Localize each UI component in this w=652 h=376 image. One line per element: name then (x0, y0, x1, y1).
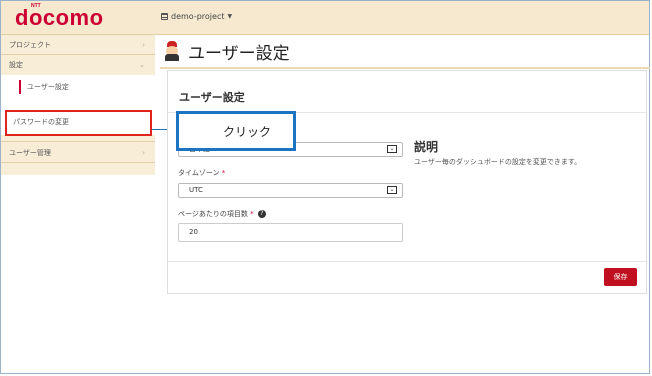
project-selector[interactable]: demo-project ▼ (161, 12, 232, 21)
page-header: ユーザー設定 (162, 36, 290, 66)
chevron-right-icon: › (142, 41, 145, 49)
sidebar-item-settings[interactable]: 設定 ⌄ (1, 55, 155, 75)
caret-down-icon: ▼ (227, 13, 233, 20)
database-icon (161, 13, 168, 20)
dropdown-arrow-icon: ⌄ (387, 145, 397, 153)
timezone-label: タイムゾーン * (178, 169, 226, 177)
sidebar: プロジェクト › 設定 ⌄ ユーザー設定 パスワードの変更 ユーザー管理 › (1, 35, 155, 175)
sidebar-item-label: 設定 (9, 61, 23, 69)
panel-title: ユーザー設定 (179, 91, 245, 104)
help-icon[interactable]: ? (257, 210, 266, 218)
panel-footer-divider (168, 261, 646, 262)
project-name: demo-project (171, 12, 225, 21)
mascot-icon (162, 41, 182, 61)
sidebar-item-user-management[interactable]: ユーザー管理 › (1, 141, 155, 163)
user-settings-panel: ユーザー設定 言語 * 日本語 ⌄ タイムゾーン * UTC ⌄ ページあたりの… (167, 70, 647, 294)
header-divider (160, 67, 650, 69)
submenu-item-user-settings[interactable]: ユーザー設定 (1, 77, 155, 97)
dropdown-arrow-icon: ⌄ (387, 186, 397, 194)
sidebar-item-label: ユーザー管理 (9, 149, 51, 157)
top-bar: NTT docomo demo-project ▼ (1, 1, 649, 35)
items-per-page-label: ページあたりの項目数 * ? (178, 209, 266, 219)
page-title: ユーザー設定 (188, 43, 290, 64)
description-title: 説明 (414, 140, 439, 154)
callout-text: クリック (223, 124, 272, 139)
docomo-logo[interactable]: docomo (15, 5, 104, 31)
click-callout: クリック (176, 111, 296, 151)
chevron-right-icon: › (142, 149, 145, 157)
submenu-item-label: ユーザー設定 (27, 83, 69, 91)
sidebar-item-project[interactable]: プロジェクト › (1, 35, 155, 55)
description-text: ユーザー毎のダッシュボードの設定を変更できます。 (414, 158, 582, 166)
sidebar-item-label: プロジェクト (9, 41, 51, 49)
chevron-down-icon: ⌄ (139, 61, 145, 69)
timezone-select[interactable]: UTC ⌄ (178, 183, 403, 198)
password-change-highlight-box (5, 110, 152, 136)
save-button[interactable]: 保存 (604, 268, 637, 286)
items-per-page-input[interactable]: 20 (178, 223, 403, 242)
